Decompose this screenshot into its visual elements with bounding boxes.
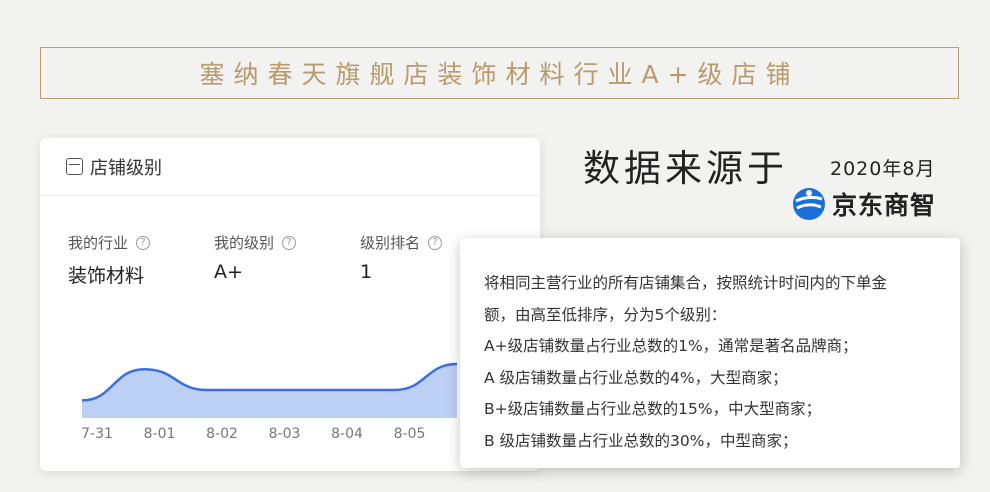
source-title: 数据来源于 <box>583 147 788 190</box>
brand-name: 京东商智 <box>832 191 937 220</box>
source-date: 2020年8月 <box>830 158 936 180</box>
tooltip-line: B+级店铺数量占行业总数的15%，中大型商家； <box>484 400 822 418</box>
card-header: 店铺级别 <box>40 138 540 196</box>
x-tick-label: 7-31 <box>81 426 113 442</box>
stat-label: 级别排名 <box>360 234 421 252</box>
tooltip-line: A 级店铺数量占行业总数的4%，大型商家； <box>484 368 788 387</box>
help-icon[interactable]: ? <box>428 235 443 250</box>
help-icon[interactable]: ? <box>282 235 297 250</box>
page-banner: 塞纳春天旗舰店装饰材料行业A+级店铺 <box>40 47 959 99</box>
x-tick-label: 8-03 <box>268 426 301 442</box>
stat-label: 我的级别 <box>214 234 275 252</box>
stat-industry: 我的行业 ? 装饰材料 <box>68 232 214 288</box>
stat-value: 装饰材料 <box>68 265 145 287</box>
banner-title: 塞纳春天旗舰店装饰材料行业A+级店铺 <box>199 60 800 89</box>
tooltip-line: A+级店铺数量占行业总数的1%，通常是著名品牌商； <box>484 337 858 355</box>
jd-logo-icon <box>793 188 825 220</box>
x-tick-label: 8-02 <box>206 426 238 442</box>
level-tooltip: 将相同主营行业的所有店铺集合，按照统计时间内的下单金 额，由高至低排序，分为5个… <box>460 238 960 468</box>
tooltip-line: B 级店铺数量占行业总数的30%，中型商家； <box>484 431 798 450</box>
tooltip-line: 额，由高至低排序，分为5个级别： <box>484 305 727 324</box>
stat-value: A+ <box>214 261 243 283</box>
stat-label: 我的行业 <box>68 234 129 252</box>
x-tick-label: 8-05 <box>393 426 426 442</box>
x-tick-label: 8-04 <box>331 426 363 442</box>
x-tick-label: 8-01 <box>143 426 176 442</box>
stats-row: 我的行业 ? 装饰材料 我的级别 ? A+ 级别排名 ? 1 <box>68 232 506 288</box>
store-icon <box>66 158 83 175</box>
stat-level: 我的级别 ? A+ <box>214 232 360 288</box>
card-title: 店铺级别 <box>90 157 162 179</box>
brand-logo: 京东商智 <box>792 186 936 222</box>
help-icon[interactable]: ? <box>136 235 151 250</box>
tooltip-line: 将相同主营行业的所有店铺集合，按照统计时间内的下单金 <box>484 274 888 292</box>
